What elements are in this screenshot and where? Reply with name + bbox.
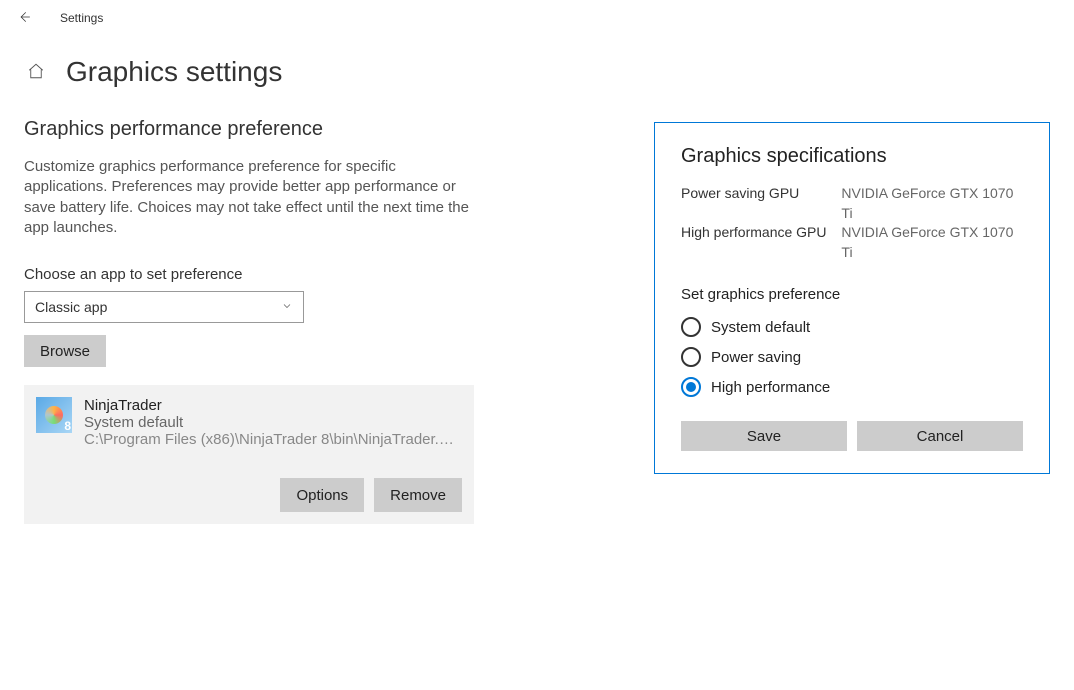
- app-preference: System default: [84, 414, 462, 431]
- page-title: Graphics settings: [66, 56, 282, 88]
- back-button[interactable]: [8, 2, 40, 34]
- spec-label: High performance GPU: [681, 223, 841, 262]
- app-path: C:\Program Files (x86)\NinjaTrader 8\bin…: [84, 431, 462, 448]
- spec-row: Power saving GPUNVIDIA GeForce GTX 1070 …: [681, 184, 1023, 223]
- arrow-left-icon: [17, 10, 31, 27]
- cancel-button[interactable]: Cancel: [857, 421, 1023, 451]
- save-button[interactable]: Save: [681, 421, 847, 451]
- spec-row: High performance GPUNVIDIA GeForce GTX 1…: [681, 223, 1023, 262]
- section-description: Customize graphics performance preferenc…: [24, 157, 474, 238]
- app-type-dropdown[interactable]: Classic app: [24, 291, 304, 323]
- radio-icon: [681, 377, 701, 397]
- panel-heading: Graphics specifications: [681, 145, 1023, 168]
- remove-button[interactable]: Remove: [374, 478, 462, 512]
- left-column: Graphics performance preference Customiz…: [24, 118, 474, 524]
- panel-subheading: Set graphics preference: [681, 286, 1023, 303]
- preference-radio-group: System default Power saving High performan…: [681, 317, 1023, 397]
- app-name: NinjaTrader: [84, 397, 462, 414]
- spec-list: Power saving GPUNVIDIA GeForce GTX 1070 …: [681, 184, 1023, 262]
- browse-button[interactable]: Browse: [24, 335, 106, 367]
- radio-label: Power saving: [711, 349, 801, 366]
- dropdown-value: Classic app: [35, 299, 107, 315]
- app-title: Settings: [60, 11, 103, 25]
- page-header: Graphics settings: [0, 36, 1074, 98]
- options-button[interactable]: Options: [280, 478, 364, 512]
- app-card[interactable]: NinjaTrader System default C:\Program Fi…: [24, 385, 474, 524]
- radio-icon: [681, 347, 701, 367]
- chevron-down-icon: [281, 299, 293, 315]
- radio-option[interactable]: Power saving: [681, 347, 1023, 367]
- radio-option[interactable]: System default: [681, 317, 1023, 337]
- choose-app-label: Choose an app to set preference: [24, 266, 474, 283]
- radio-option[interactable]: High performance: [681, 377, 1023, 397]
- section-heading: Graphics performance preference: [24, 118, 474, 141]
- home-button[interactable]: [24, 60, 48, 84]
- spec-value: NVIDIA GeForce GTX 1070 Ti: [841, 184, 1023, 223]
- home-icon: [27, 62, 45, 83]
- spec-value: NVIDIA GeForce GTX 1070 Ti: [841, 223, 1023, 262]
- radio-label: System default: [711, 319, 810, 336]
- spec-label: Power saving GPU: [681, 184, 841, 223]
- titlebar: Settings: [0, 0, 1074, 36]
- radio-label: High performance: [711, 379, 830, 396]
- radio-icon: [681, 317, 701, 337]
- graphics-spec-panel: Graphics specifications Power saving GPU…: [654, 122, 1050, 474]
- app-icon: [36, 397, 72, 433]
